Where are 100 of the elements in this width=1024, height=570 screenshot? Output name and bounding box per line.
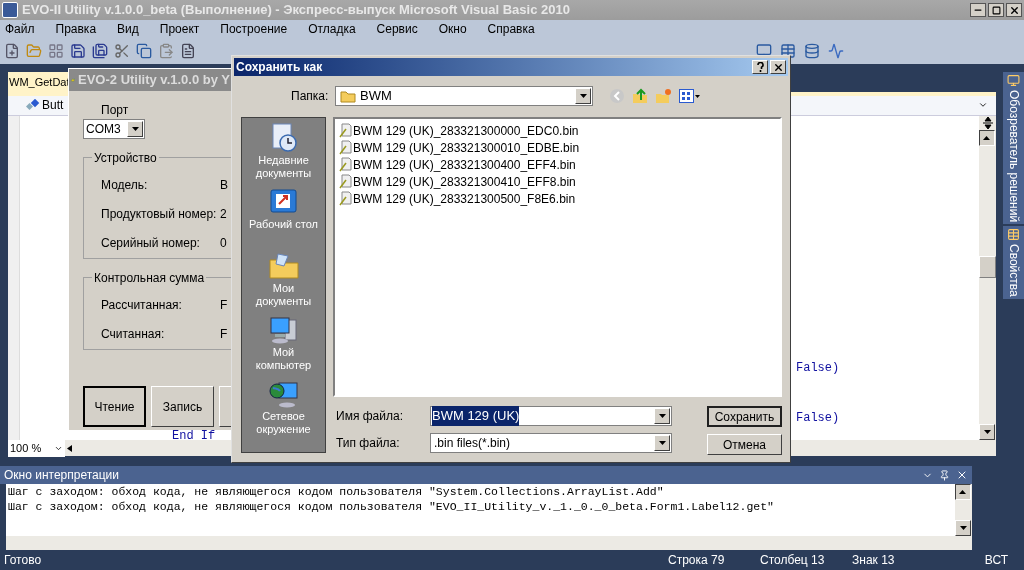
place-item[interactable]: Мой компьютер — [243, 314, 324, 377]
action-button[interactable]: Запись — [151, 386, 214, 427]
code-line: False) — [796, 410, 840, 425]
file-item[interactable]: BWM 129 (UK)_283321300410_EFF8.bin — [338, 173, 780, 190]
help-icon — [756, 62, 764, 72]
side-tab[interactable]: Обозреватель решений — [1003, 72, 1024, 225]
document-tab[interactable]: WM_GetDat — [8, 71, 71, 92]
field-label: Порт — [101, 102, 130, 119]
file-icon — [338, 191, 353, 206]
menu-item[interactable]: Правка — [52, 20, 100, 38]
file-icon — [338, 123, 353, 138]
output-line: Шаг с заходом: обход кода, не являющегося кодом пользователя "System.Collections.ArrayList.Add" — [8, 484, 665, 500]
field-label: Имя файла: — [336, 408, 404, 425]
help-button[interactable] — [752, 60, 768, 74]
file-icon — [338, 157, 353, 172]
close-button[interactable] — [1006, 3, 1022, 17]
restore-button[interactable] — [988, 3, 1004, 17]
field-value: 2 — [220, 206, 227, 223]
close-icon — [772, 61, 784, 73]
status-line: Строка 79 — [668, 552, 726, 569]
field-label: Тип файла: — [336, 435, 401, 452]
field-label: Папка: — [291, 88, 330, 105]
dialog-button[interactable]: Сохранить — [707, 406, 782, 427]
minimize-button[interactable] — [970, 3, 986, 17]
computer-icon — [267, 314, 300, 346]
member-dropdown[interactable]: Butt — [42, 96, 64, 115]
member-icon — [26, 99, 40, 112]
scroll-up-icon[interactable] — [955, 484, 971, 501]
folder-icon — [340, 89, 356, 103]
field-value: 0 — [220, 235, 227, 252]
scroll-down-icon[interactable] — [979, 424, 995, 441]
filetype-dropdown[interactable]: .bin files(*.bin) — [430, 433, 672, 453]
place-item[interactable]: Сетевое окружение — [243, 378, 324, 441]
view-menu-icon[interactable] — [679, 89, 701, 103]
save-icon[interactable] — [70, 43, 86, 59]
app-icon — [2, 2, 18, 18]
panel-title: Окно интерпретации — [4, 467, 120, 485]
save-all-icon[interactable] — [92, 43, 108, 59]
place-item[interactable]: Рабочий стол — [243, 186, 324, 249]
table-icon — [1007, 228, 1020, 242]
menu-item[interactable]: Справка — [484, 20, 538, 38]
document-icon[interactable] — [180, 43, 196, 59]
zoom-dropdown[interactable]: 100 % — [8, 440, 65, 457]
file-icon — [338, 140, 353, 155]
new-project-icon[interactable] — [4, 43, 20, 59]
folder-dropdown[interactable]: BWM — [335, 86, 593, 106]
window-title: EVO-II Utility v.1.0.0_beta (Выполнение) - Экспресс-выпуск Microsoft Visual Basic 2010 — [22, 1, 570, 20]
field-label: Считанная: — [101, 326, 166, 343]
add-item-icon[interactable] — [48, 43, 64, 59]
dialog-button[interactable]: Отмена — [707, 434, 782, 455]
file-item[interactable]: BWM 129 (UK)_283321300500_F8E6.bin — [338, 190, 780, 207]
place-item[interactable]: Мои документы — [243, 250, 324, 313]
output-line: Шаг с заходом: обход кода, не являющегося кодом пользователя "EVO_II_Utility_v._1._0._0_beta.Form1.Label12.get" — [8, 499, 776, 515]
field-value: F — [220, 297, 228, 314]
code-line: False) — [796, 360, 840, 375]
field-value: F — [220, 326, 228, 343]
field-label: Модель: — [101, 177, 149, 194]
close-icon — [1008, 4, 1020, 16]
filename-field[interactable]: BWM 129 (UK) — [430, 406, 672, 426]
folder-icon — [267, 250, 300, 282]
vertical-scrollbar[interactable] — [979, 115, 996, 441]
field-label: Продуктовый номер: — [101, 206, 218, 223]
field-label: Рассчитанная: — [101, 297, 183, 314]
place-item[interactable]: Недавние документы — [243, 122, 324, 185]
menu-item[interactable]: Файл — [2, 20, 38, 38]
menu-item[interactable]: Построение — [217, 20, 291, 38]
status-mode: ВСТ — [984, 552, 1008, 569]
database-icon[interactable] — [804, 43, 820, 59]
cut-icon[interactable] — [114, 43, 130, 59]
field-label: Серийный номер: — [101, 235, 201, 252]
action-button[interactable]: Чтение — [83, 386, 146, 427]
group-title: Устройство — [92, 149, 159, 167]
pin-icon[interactable] — [939, 469, 950, 481]
side-tab[interactable]: Свойства — [1003, 226, 1024, 299]
dialog-title: Сохранить как — [236, 59, 323, 76]
scroll-left-icon[interactable] — [67, 444, 72, 452]
code-line: End If — [172, 428, 216, 443]
menu-item[interactable]: Проект — [156, 20, 203, 38]
window-title: EVO-2 Utility v.1.0.0 by Y — [78, 71, 230, 90]
scroll-thumb[interactable] — [979, 255, 996, 278]
menu-item[interactable]: Сервис — [373, 20, 421, 38]
table-icon[interactable] — [780, 43, 796, 59]
menu-item[interactable]: Окно — [435, 20, 470, 38]
scroll-down-icon[interactable] — [955, 520, 971, 537]
horizontal-scrollbar[interactable] — [6, 536, 972, 550]
copy-icon[interactable] — [136, 43, 152, 59]
menu-item[interactable]: Вид — [114, 20, 142, 38]
status-char: Знак 13 — [852, 552, 896, 569]
wave-icon[interactable] — [828, 43, 844, 59]
port-dropdown[interactable]: COM3 — [83, 119, 145, 139]
restore-icon — [991, 5, 1001, 15]
status-message: Готово — [4, 552, 43, 569]
scroll-up-icon[interactable] — [979, 129, 995, 146]
menu-item[interactable]: Отладка — [305, 20, 359, 38]
file-item[interactable]: BWM 129 (UK)_283321300010_EDBE.bin — [338, 139, 780, 156]
file-item[interactable]: BWM 129 (UK)_283321300400_EFF4.bin — [338, 156, 780, 173]
field-value: B — [220, 177, 228, 194]
file-item[interactable]: BWM 129 (UK)_283321300000_EDC0.bin — [338, 122, 780, 139]
monitor-icon — [1007, 74, 1020, 87]
file-icon — [338, 174, 353, 189]
